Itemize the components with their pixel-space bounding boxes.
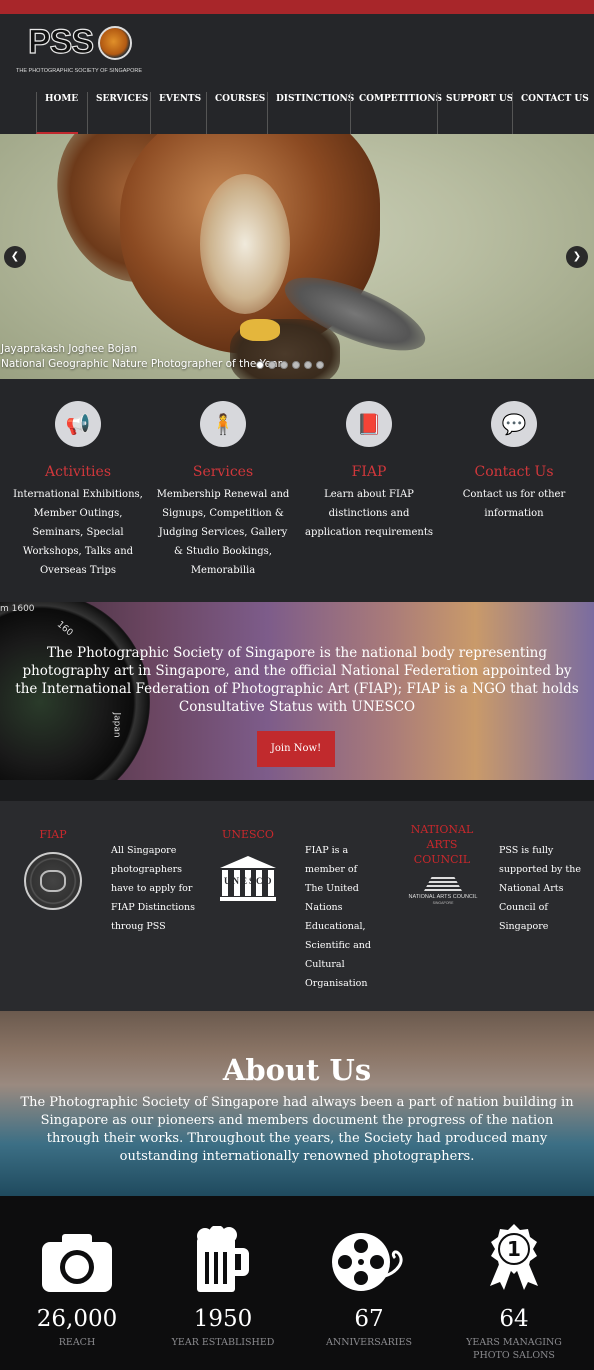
feature-text: Membership Renewal and Signups, Competit… bbox=[156, 489, 290, 576]
nav-item-events[interactable]: EVENTS bbox=[150, 92, 201, 134]
lens-marking: Japan bbox=[111, 712, 122, 738]
chevron-left-icon: ❮ bbox=[10, 251, 20, 262]
nav-item-competitions[interactable]: COMPETITIONS bbox=[350, 92, 442, 134]
slider-prev-button[interactable]: ❮ bbox=[4, 246, 26, 268]
feature-title[interactable]: FIAP bbox=[299, 463, 439, 481]
top-accent-bar bbox=[0, 0, 594, 14]
slide-caption: Jayaprakash Joghee Bojan National Geogra… bbox=[1, 342, 282, 372]
about-title: About Us bbox=[222, 1053, 372, 1087]
partners-section: FIAP All Singapore photographers have to… bbox=[0, 801, 594, 1011]
caption-award: National Geographic Nature Photographer … bbox=[1, 358, 282, 370]
nav-item-services[interactable]: SERVICES bbox=[87, 92, 148, 134]
stat-year-established: 1950 YEAR ESTABLISHED bbox=[158, 1224, 288, 1349]
feature-contact-us[interactable]: 💬 Contact Us Contact us for other inform… bbox=[444, 401, 584, 523]
feature-activities[interactable]: 📢 Activities International Exhibitions, … bbox=[8, 401, 148, 580]
stat-value: 26,000 bbox=[36, 1306, 118, 1332]
partner-text-nac: PSS is fully supported by the National A… bbox=[499, 845, 581, 932]
partner-title-unesco: UNESCO bbox=[222, 828, 274, 841]
book-icon: 📕 bbox=[346, 401, 392, 447]
about-section: About Us The Photographic Society of Sin… bbox=[0, 1011, 594, 1196]
beer-mug-icon bbox=[195, 1224, 251, 1294]
award-badge-number: 1 bbox=[507, 1237, 521, 1261]
chat-icon: 💬 bbox=[491, 401, 537, 447]
slider-dot[interactable] bbox=[268, 361, 276, 369]
unesco-logo-roof bbox=[220, 856, 276, 868]
slider-dots bbox=[256, 354, 328, 369]
stats-section: 26,000 REACH 1950 YEAR ESTABLISHED 67 AN… bbox=[0, 1196, 594, 1370]
nav-item-courses[interactable]: COURSES bbox=[206, 92, 265, 134]
nac-logo-mark bbox=[424, 877, 462, 891]
chevron-right-icon: ❯ bbox=[572, 251, 582, 262]
section-spacer bbox=[0, 780, 594, 801]
nac-logo-icon: NATIONAL ARTS COUNCIL SINGAPORE bbox=[408, 877, 478, 907]
unesco-logo-word: UNESCO bbox=[224, 876, 274, 886]
feature-fiap[interactable]: 📕 FIAP Learn about FIAP distinctions and… bbox=[299, 401, 439, 542]
nac-logo-label: NATIONAL ARTS COUNCIL bbox=[408, 894, 478, 900]
tiger-emblem-icon bbox=[98, 26, 132, 60]
partner-title-nac: NATIONAL ARTS COUNCIL bbox=[410, 823, 474, 866]
award-ribbon-icon: 1 bbox=[486, 1224, 542, 1294]
site-header: PSS THE PHOTOGRAPHIC SOCIETY OF SINGAPOR… bbox=[0, 14, 594, 134]
caption-photographer: Jayaprakash Joghee Bojan bbox=[1, 343, 138, 355]
slider-dot[interactable] bbox=[304, 361, 312, 369]
megaphone-icon: 📢 bbox=[55, 401, 101, 447]
unesco-logo-base bbox=[220, 897, 276, 901]
slider-dot[interactable] bbox=[292, 361, 300, 369]
about-text: The Photographic Society of Singapore ha… bbox=[20, 1095, 574, 1164]
feature-text: Contact us for other information bbox=[462, 489, 566, 519]
mission-statement: The Photographic Society of Singapore is… bbox=[15, 645, 579, 715]
person-icon: 🧍 bbox=[200, 401, 246, 447]
slide-photo-talon bbox=[240, 319, 280, 341]
feature-text: International Exhibitions, Member Outing… bbox=[13, 489, 143, 576]
stat-label: YEAR ESTABLISHED bbox=[171, 1337, 275, 1348]
logo-subtitle: THE PHOTOGRAPHIC SOCIETY OF SINGAPORE bbox=[16, 68, 143, 74]
feature-text: Learn about FIAP distinctions and applic… bbox=[304, 489, 433, 538]
nav-item-distinctions[interactable]: DISTINCTIONS bbox=[267, 92, 354, 134]
slider-dot[interactable] bbox=[280, 361, 288, 369]
feature-title[interactable]: Activities bbox=[8, 463, 148, 481]
mission-banner: m 1600 160 Japan The Photographic Societ… bbox=[0, 602, 594, 780]
stat-photo-salons: 1 64 YEARS MANAGING PHOTO SALONS bbox=[449, 1224, 579, 1362]
stat-value: 64 bbox=[499, 1306, 529, 1332]
stat-label: ANNIVERSARIES bbox=[326, 1337, 412, 1348]
stat-anniversaries: 67 ANNIVERSARIES bbox=[304, 1224, 434, 1349]
feature-title[interactable]: Services bbox=[153, 463, 293, 481]
slider-dot[interactable] bbox=[256, 361, 264, 369]
slide-photo-chest bbox=[200, 174, 290, 314]
nav-item-support-us[interactable]: SUPPORT US bbox=[437, 92, 513, 134]
fiap-seal-inner bbox=[40, 870, 66, 892]
partner-text-fiap: All Singapore photographers have to appl… bbox=[111, 845, 196, 932]
stat-reach: 26,000 REACH bbox=[12, 1224, 142, 1349]
fiap-seal-icon bbox=[24, 852, 82, 910]
stat-label: YEARS MANAGING PHOTO SALONS bbox=[466, 1337, 562, 1361]
nav-item-contact-us[interactable]: CONTACT US bbox=[512, 92, 589, 134]
unesco-logo-icon: UNESCO bbox=[220, 856, 276, 902]
logo-text: PSS bbox=[27, 23, 94, 61]
lens-marking: m 1600 bbox=[0, 604, 35, 614]
feature-title[interactable]: Contact Us bbox=[444, 463, 584, 481]
camera-icon bbox=[42, 1224, 112, 1294]
partner-text-unesco: FIAP is a member of The United Nations E… bbox=[305, 845, 372, 989]
hero-slider: ❮ ❯ Jayaprakash Joghee Bojan National Ge… bbox=[0, 134, 594, 379]
film-reel-icon bbox=[331, 1224, 407, 1294]
slider-dot[interactable] bbox=[316, 361, 324, 369]
stat-value: 1950 bbox=[193, 1306, 253, 1332]
slider-next-button[interactable]: ❯ bbox=[566, 246, 588, 268]
join-now-button[interactable]: Join Now! bbox=[257, 731, 335, 767]
partner-title-fiap: FIAP bbox=[39, 828, 67, 841]
nav-item-home[interactable]: HOME bbox=[36, 92, 79, 134]
stat-label: REACH bbox=[58, 1337, 96, 1348]
pss-logo[interactable]: PSS THE PHOTOGRAPHIC SOCIETY OF SINGAPOR… bbox=[16, 23, 143, 74]
stat-value: 67 bbox=[354, 1306, 384, 1332]
feature-services[interactable]: 🧍 Services Membership Renewal and Signup… bbox=[153, 401, 293, 580]
features-section: 📢 Activities International Exhibitions, … bbox=[0, 379, 594, 602]
nac-logo-sublabel: SINGAPORE bbox=[432, 901, 454, 905]
